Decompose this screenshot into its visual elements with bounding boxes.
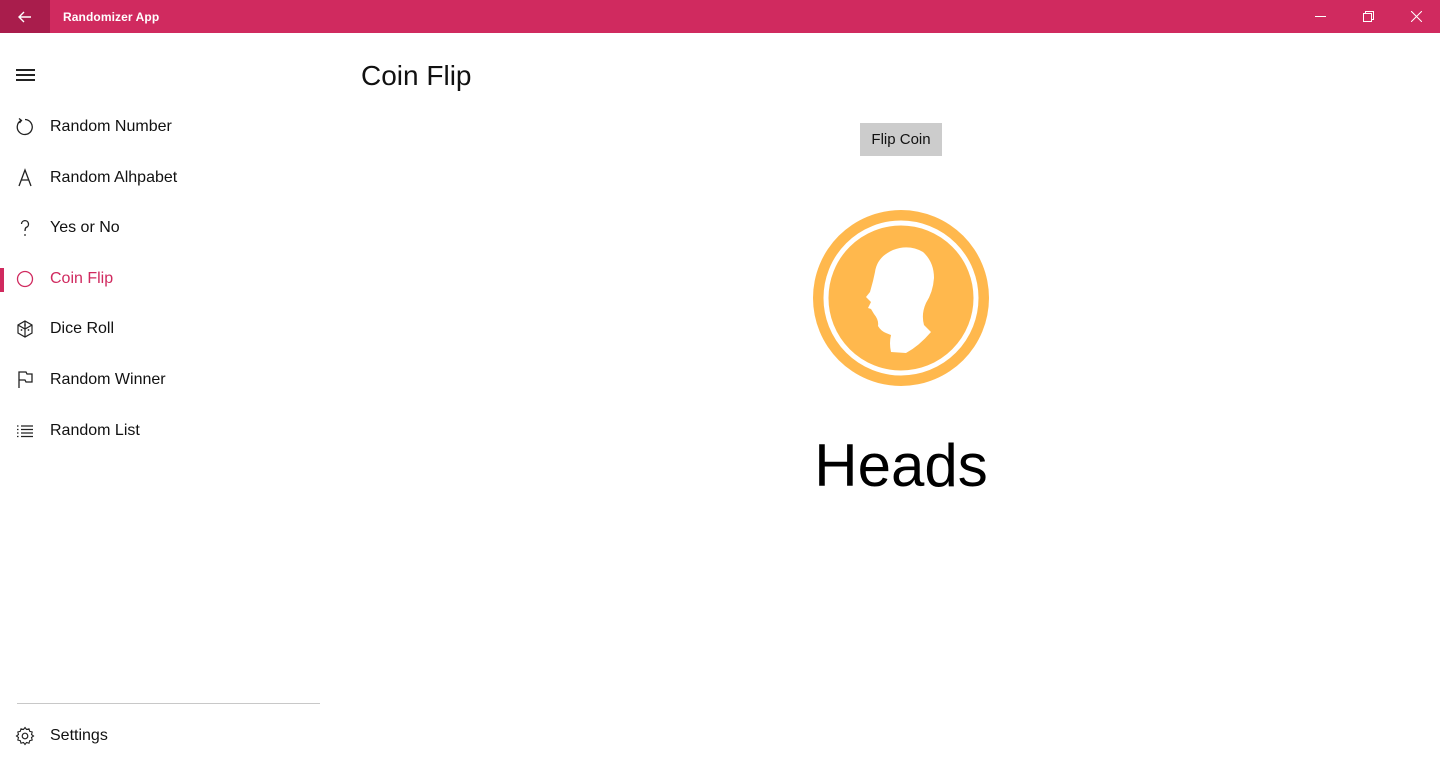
refresh-icon: [15, 117, 35, 137]
main-content: Coin Flip Flip Coin Heads: [336, 33, 1440, 767]
dice-icon: [15, 319, 35, 339]
flip-coin-button[interactable]: Flip Coin: [860, 123, 942, 156]
sidebar-item-settings[interactable]: Settings: [0, 713, 336, 759]
sidebar-divider: [17, 703, 320, 704]
close-icon: [1410, 11, 1422, 22]
sidebar-item-label: Settings: [50, 727, 108, 744]
hamburger-icon[interactable]: [16, 69, 35, 83]
coin-heads-image: [813, 210, 989, 386]
restore-icon: [1362, 11, 1374, 22]
window-controls: [1296, 0, 1440, 33]
sidebar-item-label: Random Number: [50, 118, 172, 135]
sidebar-item-random-list[interactable]: Random List: [0, 408, 336, 454]
flag-icon: [15, 370, 35, 390]
back-button[interactable]: [0, 0, 50, 33]
list-icon: [15, 421, 35, 441]
sidebar-item-label: Random Winner: [50, 371, 166, 388]
restore-button[interactable]: [1344, 0, 1392, 33]
app-title: Randomizer App: [63, 9, 160, 24]
title-bar: Randomizer App: [0, 0, 1440, 33]
sidebar-item-label: Random Alhpabet: [50, 169, 178, 186]
sidebar-item-label: Dice Roll: [50, 320, 115, 337]
question-icon: [15, 218, 35, 238]
sidebar-item-label: Coin Flip: [50, 270, 114, 287]
letter-a-icon: [15, 168, 35, 188]
back-arrow-icon: [18, 11, 31, 22]
sidebar-item-random-winner[interactable]: Random Winner: [0, 357, 336, 403]
minimize-icon: [1314, 16, 1326, 17]
sidebar-item-coin-flip[interactable]: Coin Flip: [0, 256, 336, 302]
coin-result-text: Heads: [814, 432, 988, 499]
close-button[interactable]: [1392, 0, 1440, 33]
sidebar-item-random-number[interactable]: Random Number: [0, 104, 336, 150]
circle-icon: [15, 269, 35, 289]
sidebar-item-random-alphabet[interactable]: Random Alhpabet: [0, 155, 336, 201]
page-title: Coin Flip: [361, 60, 472, 91]
nav-pane: Random Number Random Alhpabet Yes or No …: [0, 33, 336, 767]
sidebar-item-label: Yes or No: [50, 219, 120, 236]
sidebar-item-dice-roll[interactable]: Dice Roll: [0, 306, 336, 352]
minimize-button[interactable]: [1296, 0, 1344, 33]
gear-icon: [15, 726, 35, 746]
sidebar-item-label: Random List: [50, 422, 140, 439]
sidebar-item-yes-or-no[interactable]: Yes or No: [0, 205, 336, 251]
